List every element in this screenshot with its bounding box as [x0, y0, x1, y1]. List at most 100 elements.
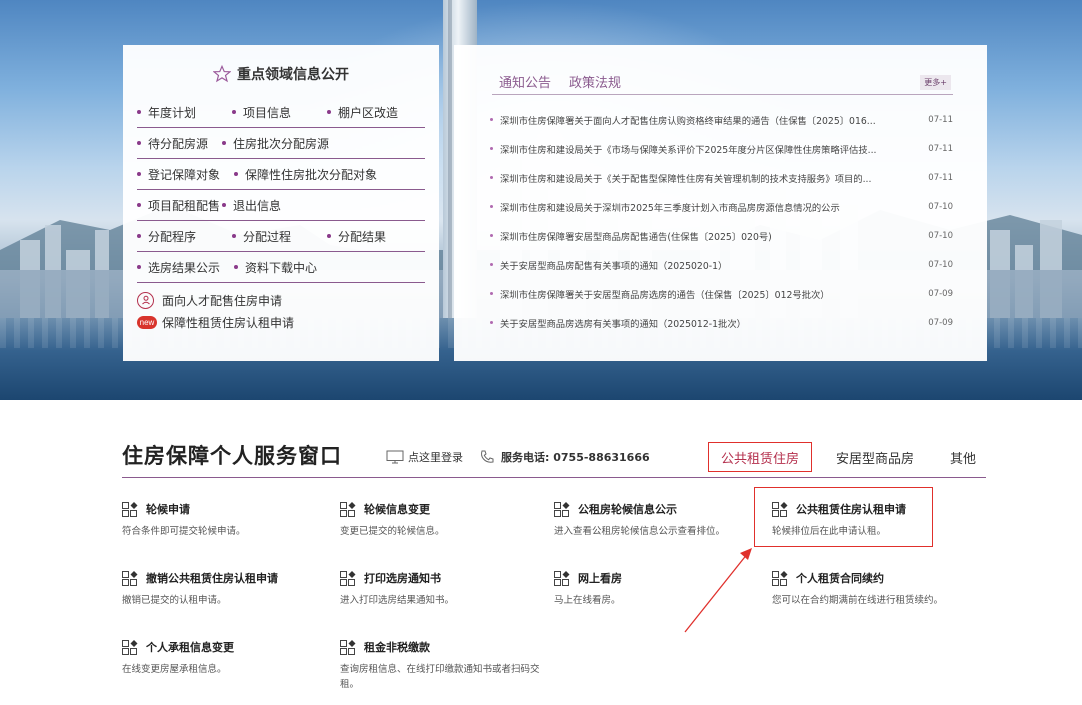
card-head: 个人承租信息变更: [122, 638, 332, 656]
news-list: 深圳市住房保障署关于面向人才配售住房认购资格终审结果的通告（住保售〔2025〕0…: [490, 105, 953, 337]
person-glyph: [141, 295, 150, 305]
card-desc: 进入查看公租房轮候信息公示查看排位。: [554, 526, 726, 537]
link-selection-results[interactable]: 选房结果公示: [137, 259, 234, 276]
service-tabs: 公共租赁住房 安居型商品房 其他: [708, 442, 976, 472]
news-title: 关于安居型商品房配售有关事项的通知（2025020-1）: [500, 260, 728, 272]
bullet: [222, 203, 226, 207]
card-cancel-rental-application[interactable]: 撤销公共租赁住房认租申请 撤销已提交的认租申请。: [122, 569, 332, 608]
card-desc: 查询房租信息、在线打印缴款通知书或者扫码交租。: [340, 664, 540, 690]
news-item[interactable]: 关于安居型商品房配售有关事项的通知（2025020-1） 07-10: [490, 250, 953, 279]
tab-policies[interactable]: 政策法规: [569, 72, 621, 94]
card-head: 撤销公共租赁住房认租申请: [122, 569, 332, 587]
link-label: 年度计划: [148, 105, 197, 120]
card-desc: 您可以在合约期满前在线进行租赁续约。: [772, 595, 944, 606]
login-label: 点这里登录: [408, 451, 463, 464]
news-date: 07-10: [928, 201, 953, 212]
special-link-label: 面向人才配售住房申请: [162, 293, 283, 308]
bullet: [490, 292, 493, 295]
grid-icon: [122, 570, 138, 586]
news-date: 07-10: [928, 230, 953, 241]
news-item[interactable]: 深圳市住房和建设局关于《市场与保障关系评价下2025年度分片区保障性住房策略评估…: [490, 134, 953, 163]
news-date: 07-10: [928, 259, 953, 270]
bullet: [490, 176, 493, 179]
bullet: [222, 141, 226, 145]
link-annual-plan[interactable]: 年度计划: [137, 104, 232, 121]
link-allocation-result[interactable]: 分配结果: [327, 228, 386, 245]
grid-icon: [772, 570, 788, 586]
tab-notices[interactable]: 通知公告: [499, 72, 551, 94]
bullet: [137, 265, 141, 269]
news-item[interactable]: 深圳市住房和建设局关于深圳市2025年三季度计划入市商品房房源信息情况的公示 07…: [490, 192, 953, 221]
link-exit-info[interactable]: 退出信息: [222, 197, 281, 214]
special-link-label: 保障性租赁住房认租申请: [162, 315, 295, 330]
link-label: 项目信息: [243, 105, 292, 120]
tower-edge-graphic: [448, 0, 452, 330]
news-item[interactable]: 深圳市住房保障署关于面向人才配售住房认购资格终审结果的通告（住保售〔2025〕0…: [490, 105, 953, 134]
link-registered-targets[interactable]: 登记保障对象: [137, 166, 234, 183]
bullet: [137, 234, 141, 238]
news-date: 07-11: [928, 114, 953, 125]
tab-other[interactable]: 其他: [950, 442, 976, 472]
link-talent-housing-application[interactable]: 面向人才配售住房申请: [137, 289, 425, 311]
news-title: 关于安居型商品房选房有关事项的通知（2025012-1批次）: [500, 318, 746, 330]
link-label: 登记保障对象: [148, 167, 221, 182]
link-rental-housing-application[interactable]: new 保障性租赁住房认租申请: [137, 311, 425, 333]
card-lease-renewal[interactable]: 个人租赁合同续约 您可以在合约期满前在线进行租赁续约。: [772, 569, 982, 608]
focus-row-3: 登记保障对象 保障性住房批次分配对象: [137, 159, 425, 190]
link-shantytown[interactable]: 棚户区改造: [327, 104, 398, 121]
bullet: [490, 118, 493, 121]
bullet: [232, 234, 236, 238]
service-phone: 服务电话: 0755-88631666: [479, 449, 650, 465]
card-title: 轮候申请: [146, 503, 190, 516]
tab-public-rental[interactable]: 公共租赁住房: [708, 442, 813, 472]
grid-icon: [340, 501, 356, 517]
card-head: 租金非税缴款: [340, 638, 550, 656]
phone-label: 服务电话: 0755-88631666: [501, 451, 650, 464]
link-download-center[interactable]: 资料下载中心: [234, 259, 317, 276]
card-print-notice[interactable]: 打印选房通知书 进入打印选房结果通知书。: [340, 569, 550, 608]
card-waitlist-change[interactable]: 轮候信息变更 变更已提交的轮候信息。: [340, 500, 550, 539]
focus-row-1: 年度计划 项目信息 棚户区改造: [137, 97, 425, 128]
grid-icon: [122, 501, 138, 517]
card-head: 轮候信息变更: [340, 500, 550, 518]
link-project-allocation[interactable]: 项目配租配售: [137, 197, 222, 214]
card-tenant-info-change[interactable]: 个人承租信息变更 在线变更房屋承租信息。: [122, 638, 332, 677]
link-pending-housing[interactable]: 待分配房源: [137, 135, 222, 152]
grid-icon: [340, 570, 356, 586]
bullet: [490, 147, 493, 150]
service-divider: [122, 477, 986, 478]
more-button[interactable]: 更多+: [920, 75, 951, 90]
focus-row-5: 分配程序 分配过程 分配结果: [137, 221, 425, 252]
news-item[interactable]: 深圳市住房保障署安居型商品房配售通告(住保售〔2025〕020号) 07-10: [490, 221, 953, 250]
link-label: 待分配房源: [148, 136, 209, 151]
news-item[interactable]: 深圳市住房保障署关于安居型商品房选房的通告（住保售〔2025〕012号批次） 07…: [490, 279, 953, 308]
news-item[interactable]: 深圳市住房和建设局关于《关于配售型保障性住房有关管理机制的技术支持服务》项目的.…: [490, 163, 953, 192]
bullet: [234, 172, 238, 176]
link-label: 分配过程: [243, 229, 292, 244]
news-title: 深圳市住房和建设局关于《关于配售型保障性住房有关管理机制的技术支持服务》项目的.…: [500, 173, 872, 185]
card-head: 个人租赁合同续约: [772, 569, 982, 587]
link-allocation-process[interactable]: 分配过程: [232, 228, 327, 245]
new-badge-icon: new: [137, 315, 157, 329]
bullet: [490, 321, 493, 324]
bullet: [490, 263, 493, 266]
card-head: 轮候申请: [122, 500, 332, 518]
card-title: 网上看房: [578, 572, 622, 585]
news-date: 07-09: [928, 317, 953, 328]
login-link[interactable]: 点这里登录: [386, 449, 463, 465]
news-date: 07-11: [928, 143, 953, 154]
card-head: 公租房轮候信息公示: [554, 500, 764, 518]
card-rent-payment[interactable]: 租金非税缴款 查询房租信息、在线打印缴款通知书或者扫码交租。: [340, 638, 550, 692]
link-batch-targets[interactable]: 保障性住房批次分配对象: [234, 166, 377, 183]
card-waitlist-application[interactable]: 轮候申请 符合条件即可提交轮候申请。: [122, 500, 332, 539]
focus-row-4: 项目配租配售 退出信息: [137, 190, 425, 221]
link-batch-housing[interactable]: 住房批次分配房源: [222, 135, 329, 152]
link-allocation-procedure[interactable]: 分配程序: [137, 228, 232, 245]
news-item[interactable]: 关于安居型商品房选房有关事项的通知（2025012-1批次） 07-09: [490, 308, 953, 337]
link-project-info[interactable]: 项目信息: [232, 104, 327, 121]
tab-affordable-housing[interactable]: 安居型商品房: [836, 442, 914, 472]
news-panel: 通知公告 政策法规 更多+ 深圳市住房保障署关于面向人才配售住房认购资格终审结果…: [454, 45, 987, 361]
bullet: [232, 110, 236, 114]
card-waitlist-publicity[interactable]: 公租房轮候信息公示 进入查看公租房轮候信息公示查看排位。: [554, 500, 764, 539]
news-title: 深圳市住房和建设局关于《市场与保障关系评价下2025年度分片区保障性住房策略评估…: [500, 144, 877, 156]
